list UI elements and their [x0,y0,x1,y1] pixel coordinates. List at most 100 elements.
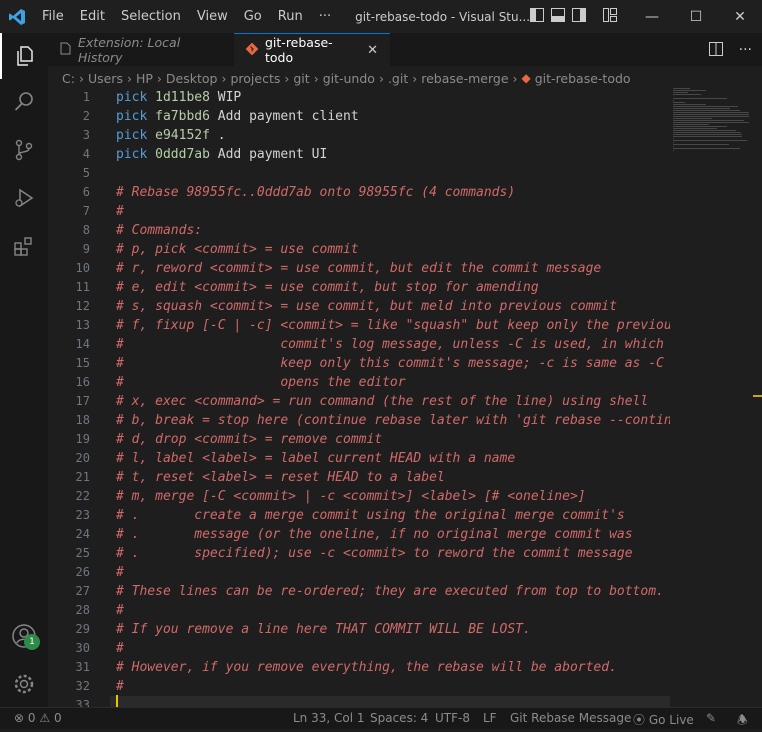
minimap-line [673,136,743,137]
close-icon[interactable]: ✕ [718,0,762,33]
menu-more[interactable]: ··· [311,0,339,33]
text-cursor [116,695,118,707]
line-content: # [116,202,124,221]
search-icon[interactable] [0,79,48,125]
menu-edit[interactable]: Edit [72,0,113,33]
line-number: 5 [82,166,90,180]
minimap-line [673,132,742,133]
code-line: 2 pick fa7bbd6 Add payment client [48,107,670,126]
extensions-icon[interactable] [0,223,48,269]
breadcrumb-item[interactable]: HP [136,71,153,86]
minimap-line [673,140,747,141]
code-line: 1 pick 1d11be8 WIP [48,88,670,107]
code-line: 25 # . specified); use -c <commit> to rew… [48,544,670,563]
line-content: # e, edit <commit> = use commit, but sto… [116,278,539,297]
close-tab-icon[interactable]: ✕ [367,43,378,58]
menu-run[interactable]: Run [270,0,311,33]
code-line: 5 [48,164,670,183]
source-control-icon[interactable] [0,127,48,173]
comment-text: # . message (or the oneline, if no origi… [116,527,633,542]
error-icon: ⊗ [14,711,25,725]
code-line: 11 # e, edit <commit> = use commit, but s… [48,278,670,297]
tab-label: Extension: Local History [78,34,181,65]
problems-indicator[interactable]: ⊗ 0 ⚠ 0 [14,711,62,725]
encoding[interactable]: UTF-8 [435,711,470,725]
code-line: 18 # b, break = stop here (continue rebas… [48,411,670,430]
comment-text: # e, edit <commit> = use commit, but sto… [116,280,539,295]
minimap-line [673,94,702,95]
minimap-line [673,102,685,103]
minimap[interactable] [673,88,753,158]
accounts-icon[interactable] [0,613,48,659]
commit-message: WIP [217,90,242,105]
breadcrumb-item[interactable]: .git [388,71,408,86]
minimap-line [673,144,729,145]
activity-bar [0,33,48,707]
menu-view[interactable]: View [189,0,236,33]
commit-hash: 1d11be8 [155,90,210,105]
warning-count: 0 [53,711,62,725]
menu-file[interactable]: File [34,0,72,33]
chevron-right-icon: › [156,70,162,86]
comment-text: # keep only this commit's message; -c is… [116,356,670,371]
split-editor-icon[interactable] [708,42,723,60]
line-number: 24 [75,527,90,541]
chevron-right-icon: › [313,70,319,86]
line-content: # t, reset <label> = reset HEAD to a lab… [116,468,445,487]
broadcast-icon: ⦿ [633,713,646,727]
breadcrumb-item[interactable]: Desktop [166,71,218,86]
line-number: 8 [82,223,90,237]
minimap-line [673,98,727,99]
code-line: 28 # [48,601,670,620]
breadcrumb-item[interactable]: C: [62,71,75,86]
code-line: 14 # commit's log message, unless -C is u… [48,335,670,354]
language-mode[interactable]: Git Rebase Message [510,711,631,725]
line-number: 30 [75,641,90,655]
breadcrumb-item[interactable]: git [293,71,309,86]
cursor-position[interactable]: Ln 33, Col 1 [293,711,365,725]
toggle-primary-sidebar-icon[interactable] [530,8,544,22]
go-live-button[interactable]: ⦿ Go Live [633,711,694,728]
commit-hash: e94152f [155,128,210,143]
minimap-line [673,106,739,107]
minimize-icon[interactable]: — [630,0,674,33]
line-content: # However, if you remove everything, the… [116,658,617,677]
menu-selection[interactable]: Selection [113,0,189,33]
minimap-line [673,142,675,143]
breadcrumb-item[interactable]: rebase-merge [421,71,508,86]
scrollbar-marker[interactable] [753,395,762,397]
line-number: 19 [75,432,90,446]
chevron-right-icon: › [412,70,418,86]
tab-extension-local-history[interactable]: Extension: Local History [48,33,234,66]
line-content: # Commands: [116,221,202,240]
breadcrumb-item[interactable]: git-rebase-todo [535,71,631,86]
minimap-line [673,138,675,139]
menu-go[interactable]: Go [236,0,270,33]
end-of-line[interactable]: LF [483,711,497,725]
toggle-panel-icon[interactable] [551,8,565,22]
explorer-icon[interactable] [0,33,48,79]
line-content: # l, label <label> = label current HEAD … [116,449,515,468]
minimap-line [673,100,675,101]
more-actions-icon[interactable]: ··· [739,42,752,60]
minimap-line [673,146,675,147]
toggle-secondary-sidebar-icon[interactable] [572,8,586,22]
code-line: 26 # [48,563,670,582]
manage-gear-icon[interactable] [0,661,48,707]
indentation[interactable]: Spaces: 4 [370,711,428,725]
line-content: # [116,677,124,696]
feedback-icon[interactable]: ✎ [706,711,716,725]
comment-text: # opens the editor [116,375,406,390]
customize-layout-icon[interactable] [603,8,617,22]
breadcrumb-item[interactable]: git-undo [323,71,375,86]
breadcrumb-item[interactable]: Users [88,71,123,86]
breadcrumb-item[interactable]: projects [230,71,280,86]
maximize-icon[interactable]: ☐ [674,0,718,33]
window-title: git-rebase-todo - Visual Stu... [355,9,531,24]
run-debug-icon[interactable] [0,175,48,221]
tab-git-rebase-todo[interactable]: git-rebase-todo ✕ [234,33,390,66]
chevron-right-icon: › [221,70,227,86]
editor-tabs: Extension: Local History git-rebase-todo… [48,33,762,66]
editor-text-area[interactable]: 1 pick 1d11be8 WIP 2 pick fa7bbd6 Add payme… [48,88,670,707]
chevron-right-icon: › [126,70,132,86]
